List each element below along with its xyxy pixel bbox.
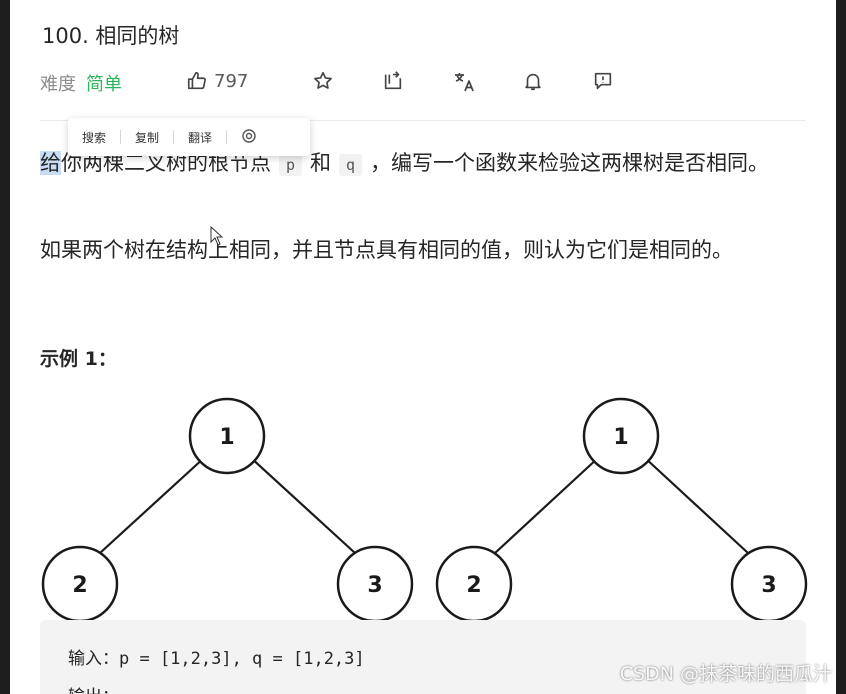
tree-node: 3 (730, 545, 808, 623)
like-count: 797 (214, 70, 249, 92)
notify-button[interactable] (522, 70, 544, 92)
star-icon (312, 70, 334, 92)
problem-title: 100. 相同的树 (42, 24, 180, 48)
problem-meta-bar: 难度 简单 797 (40, 64, 810, 100)
svg-text:1: 1 (219, 425, 234, 450)
tree-node: 3 (336, 545, 414, 623)
tree-edge (99, 456, 206, 554)
svg-text:2: 2 (466, 573, 481, 598)
tree-node: 1 (582, 397, 660, 475)
code-p: p (279, 154, 303, 176)
description-text-end: ，编写一个函数来检验这两棵树是否相同。 (370, 151, 770, 175)
tree-edge (249, 456, 356, 554)
context-translate-item[interactable]: 翻译 (174, 129, 226, 146)
tree-1: 1 2 3 (41, 397, 414, 623)
translate-icon (452, 70, 476, 94)
watermark: CSDN @抹茶味的西瓜汁 (619, 663, 832, 685)
tree-2: 1 2 3 (435, 397, 808, 623)
tree-node: 2 (41, 545, 119, 623)
share-icon (382, 70, 404, 92)
thumbs-up-icon (186, 70, 208, 92)
tree-node: 1 (188, 397, 266, 475)
svg-text:2: 2 (72, 573, 87, 598)
svg-text:3: 3 (761, 573, 776, 598)
description-paragraph-2: 如果两个树在结构上相同，并且节点具有相同的值，则认为它们是相同的。 (40, 238, 733, 262)
tree-edge (643, 456, 749, 554)
target-icon (241, 128, 257, 147)
example-trees-figure: 1 2 3 1 2 3 (41, 397, 808, 623)
context-more-item[interactable] (227, 128, 271, 147)
example-output-line: 输出： (68, 682, 119, 694)
svg-text:3: 3 (367, 573, 382, 598)
difficulty-value: 简单 (86, 74, 122, 95)
description-and: 和 (310, 151, 332, 175)
feedback-icon (592, 70, 614, 92)
context-search-item[interactable]: 搜索 (68, 129, 120, 146)
code-q: q (339, 154, 363, 176)
problem-panel: 100. 相同的树 难度 简单 797 给你两棵二叉树的根节点 p 和 q ，编… (10, 0, 836, 694)
tree-edge (494, 456, 600, 554)
svg-text:1: 1 (613, 425, 628, 450)
selection-context-menu: 搜索 复制 翻译 (68, 118, 310, 156)
translate-button[interactable] (452, 70, 476, 94)
example-heading: 示例 1： (40, 348, 117, 370)
bell-icon (522, 70, 544, 92)
share-button[interactable] (382, 70, 404, 92)
difficulty-label: 难度 (40, 74, 76, 95)
favorite-button[interactable] (312, 70, 334, 92)
difficulty: 难度 简单 (40, 70, 122, 96)
like-button[interactable]: 797 (186, 70, 248, 92)
tree-node: 2 (435, 545, 513, 623)
selected-text[interactable]: 给 (40, 151, 61, 175)
example-input-line: 输入：p = [1,2,3], q = [1,2,3] (68, 649, 365, 669)
context-copy-item[interactable]: 复制 (121, 129, 173, 146)
mouse-cursor-icon (210, 225, 224, 250)
feedback-button[interactable] (592, 70, 614, 92)
